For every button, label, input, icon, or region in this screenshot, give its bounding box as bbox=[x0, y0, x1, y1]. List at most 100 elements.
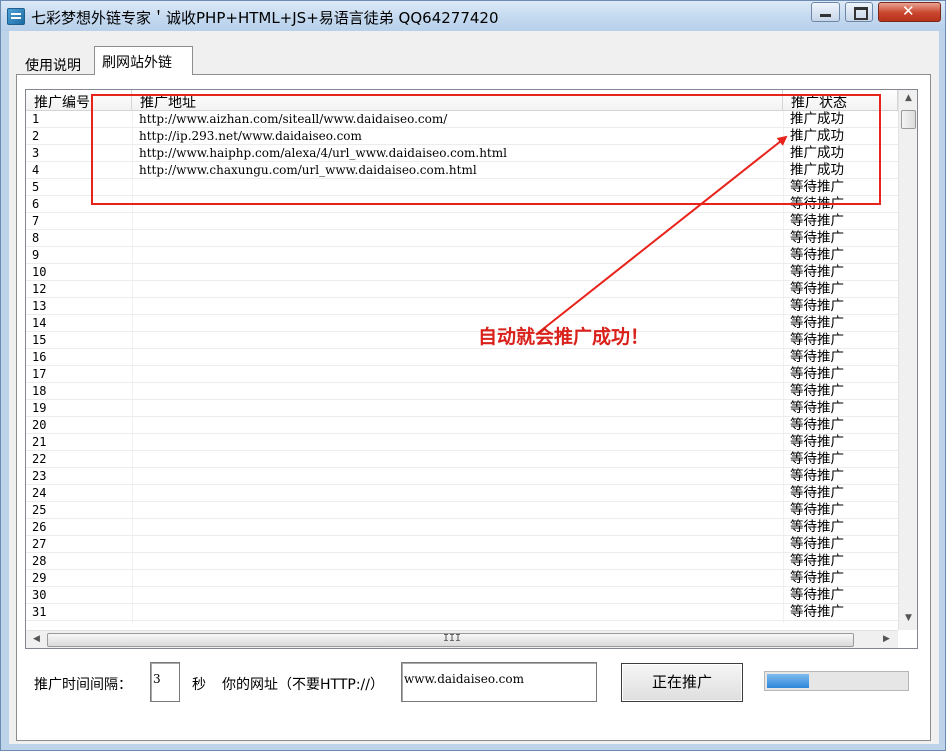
tab-backlinks[interactable]: 刷网站外链 bbox=[94, 46, 193, 75]
scroll-right-icon[interactable]: ▶ bbox=[878, 631, 895, 648]
row-number: 7 bbox=[32, 214, 40, 228]
row-status: 等待推广 bbox=[790, 485, 844, 501]
row-status: 等待推广 bbox=[790, 553, 844, 569]
row-status: 等待推广 bbox=[790, 332, 844, 348]
minimize-button[interactable] bbox=[811, 2, 840, 22]
row-status: 等待推广 bbox=[790, 315, 844, 331]
row-status: 等待推广 bbox=[790, 434, 844, 450]
annotation-highlight-box bbox=[91, 94, 881, 205]
row-number: 3 bbox=[32, 146, 40, 160]
list-item[interactable]: 18 等待推广 bbox=[26, 383, 898, 400]
list-item[interactable]: 9 等待推广 bbox=[26, 247, 898, 264]
row-status: 等待推广 bbox=[790, 366, 844, 382]
seconds-label: 秒 bbox=[192, 677, 206, 693]
row-status: 等待推广 bbox=[790, 536, 844, 552]
list-item[interactable]: 31 等待推广 bbox=[26, 604, 898, 621]
list-item[interactable]: 28 等待推广 bbox=[26, 553, 898, 570]
list-item[interactable]: 17 等待推广 bbox=[26, 366, 898, 383]
row-number: 8 bbox=[32, 231, 40, 245]
list-item[interactable]: 19 等待推广 bbox=[26, 400, 898, 417]
promote-button[interactable]: 正在推广 bbox=[621, 663, 743, 702]
list-item[interactable]: 14 等待推广 bbox=[26, 315, 898, 332]
row-status: 等待推广 bbox=[790, 468, 844, 484]
row-number: 15 bbox=[32, 333, 47, 347]
horizontal-scrollbar[interactable]: ◀ III ▶ bbox=[26, 630, 898, 648]
row-status: 等待推广 bbox=[790, 298, 844, 314]
list-item[interactable]: 27 等待推广 bbox=[26, 536, 898, 553]
list-item[interactable]: 23 等待推广 bbox=[26, 468, 898, 485]
window-title: 七彩梦想外链专家＇诚收PHP+HTML+JS+易语言徒弟 QQ64277420 bbox=[31, 9, 499, 27]
list-item[interactable]: 10 等待推广 bbox=[26, 264, 898, 281]
vertical-scrollbar[interactable]: ▲ ▼ bbox=[898, 90, 917, 630]
row-number: 31 bbox=[32, 605, 47, 619]
row-number: 29 bbox=[32, 571, 47, 585]
list-item[interactable]: 15 等待推广 bbox=[26, 332, 898, 349]
row-number: 19 bbox=[32, 401, 47, 415]
row-number: 13 bbox=[32, 299, 47, 313]
row-number: 24 bbox=[32, 486, 47, 500]
list-item[interactable]: 12 等待推广 bbox=[26, 281, 898, 298]
progress-fill bbox=[767, 674, 809, 688]
row-status: 等待推广 bbox=[790, 213, 844, 229]
list-item[interactable]: 30 等待推广 bbox=[26, 587, 898, 604]
row-number: 23 bbox=[32, 469, 47, 483]
row-number: 28 bbox=[32, 554, 47, 568]
close-button[interactable] bbox=[878, 2, 941, 22]
scroll-down-icon[interactable]: ▼ bbox=[900, 610, 917, 627]
row-status: 等待推广 bbox=[790, 383, 844, 399]
row-number: 17 bbox=[32, 367, 47, 381]
progress-bar bbox=[764, 671, 909, 691]
row-number: 14 bbox=[32, 316, 47, 330]
row-number: 20 bbox=[32, 418, 47, 432]
row-number: 6 bbox=[32, 197, 40, 211]
client-area: 使用说明 刷网站外链 推广编号 推广地址 推广状态 1 http://www.ai… bbox=[9, 31, 939, 744]
row-number: 18 bbox=[32, 384, 47, 398]
list-item[interactable]: 26 等待推广 bbox=[26, 519, 898, 536]
list-item[interactable]: 29 等待推广 bbox=[26, 570, 898, 587]
row-status: 等待推广 bbox=[790, 502, 844, 518]
list-item[interactable]: 25 等待推广 bbox=[26, 502, 898, 519]
row-number: 27 bbox=[32, 537, 47, 551]
app-window: 七彩梦想外链专家＇诚收PHP+HTML+JS+易语言徒弟 QQ64277420 … bbox=[0, 0, 946, 751]
scroll-grip: III bbox=[443, 633, 462, 644]
row-number: 5 bbox=[32, 180, 40, 194]
row-number: 2 bbox=[32, 129, 40, 143]
row-status: 等待推广 bbox=[790, 230, 844, 246]
list-item[interactable]: 16 等待推广 bbox=[26, 349, 898, 366]
list-item[interactable]: 7 等待推广 bbox=[26, 213, 898, 230]
row-status: 等待推广 bbox=[790, 247, 844, 263]
maximize-button[interactable] bbox=[845, 2, 873, 22]
list-item[interactable]: 8 等待推广 bbox=[26, 230, 898, 247]
site-label: 你的网址（不要HTTP://） bbox=[222, 677, 384, 693]
list-item[interactable]: 21 等待推广 bbox=[26, 434, 898, 451]
site-url-input[interactable]: www.daidaiseo.com bbox=[401, 662, 597, 702]
row-status: 等待推广 bbox=[790, 587, 844, 603]
scroll-up-icon[interactable]: ▲ bbox=[900, 90, 917, 107]
list-item[interactable]: 20 等待推广 bbox=[26, 417, 898, 434]
row-number: 12 bbox=[32, 282, 47, 296]
title-bar[interactable]: 七彩梦想外链专家＇诚收PHP+HTML+JS+易语言徒弟 QQ64277420 bbox=[1, 1, 945, 31]
row-number: 21 bbox=[32, 435, 47, 449]
horizontal-scroll-thumb[interactable]: III bbox=[47, 633, 854, 647]
row-number: 9 bbox=[32, 248, 40, 262]
row-status: 等待推广 bbox=[790, 417, 844, 433]
vertical-scroll-thumb[interactable] bbox=[901, 110, 916, 129]
interval-input[interactable]: 3 bbox=[150, 662, 180, 702]
row-number: 22 bbox=[32, 452, 47, 466]
list-item[interactable]: 22 等待推广 bbox=[26, 451, 898, 468]
tab-instructions[interactable]: 使用说明 bbox=[17, 51, 95, 75]
row-status: 等待推广 bbox=[790, 349, 844, 365]
list-item[interactable]: 24 等待推广 bbox=[26, 485, 898, 502]
row-number: 25 bbox=[32, 503, 47, 517]
list-item[interactable]: 13 等待推广 bbox=[26, 298, 898, 315]
app-icon bbox=[7, 8, 25, 25]
row-status: 等待推广 bbox=[790, 281, 844, 297]
row-status: 等待推广 bbox=[790, 400, 844, 416]
scroll-left-icon[interactable]: ◀ bbox=[28, 631, 45, 648]
row-number: 26 bbox=[32, 520, 47, 534]
row-number: 10 bbox=[32, 265, 47, 279]
row-number: 16 bbox=[32, 350, 47, 364]
row-status: 等待推广 bbox=[790, 570, 844, 586]
row-number: 30 bbox=[32, 588, 47, 602]
row-status: 等待推广 bbox=[790, 451, 844, 467]
